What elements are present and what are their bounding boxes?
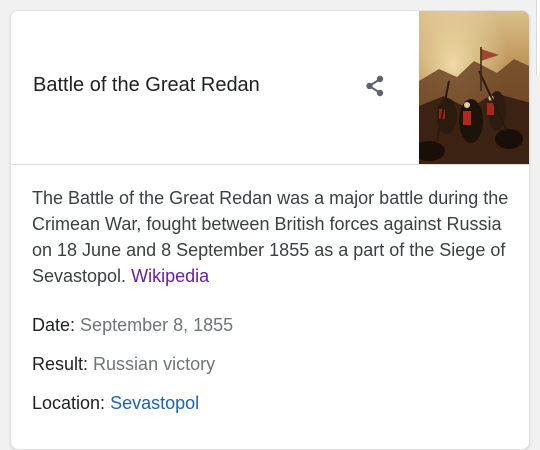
fact-value: September 8, 1855 [80, 315, 234, 335]
battle-painting-thumbnail[interactable] [419, 11, 529, 164]
fact-label: Date: [32, 315, 76, 335]
location-link[interactable]: Sevastopol [110, 393, 199, 413]
description-text: The Battle of the Great Redan was a majo… [32, 188, 509, 286]
fact-label: Location: [32, 393, 106, 413]
entity-title: Battle of the Great Redan [33, 74, 260, 96]
fact-value: Russian victory [93, 354, 216, 374]
fact-date: Date: September 8, 1855 [32, 313, 233, 337]
card-header: Battle of the Great Redan [11, 11, 529, 165]
share-icon[interactable] [363, 74, 387, 98]
wikipedia-link[interactable]: Wikipedia [131, 266, 209, 286]
fact-result: Result: Russian victory [32, 352, 215, 376]
fact-location: Location: Sevastopol [32, 391, 199, 415]
knowledge-panel-card: Battle of the Great Redan The Battle of … [10, 10, 530, 450]
fact-label: Result: [32, 354, 89, 374]
adjacent-card-edge [536, 0, 540, 75]
entity-description: The Battle of the Great Redan was a majo… [32, 185, 512, 289]
